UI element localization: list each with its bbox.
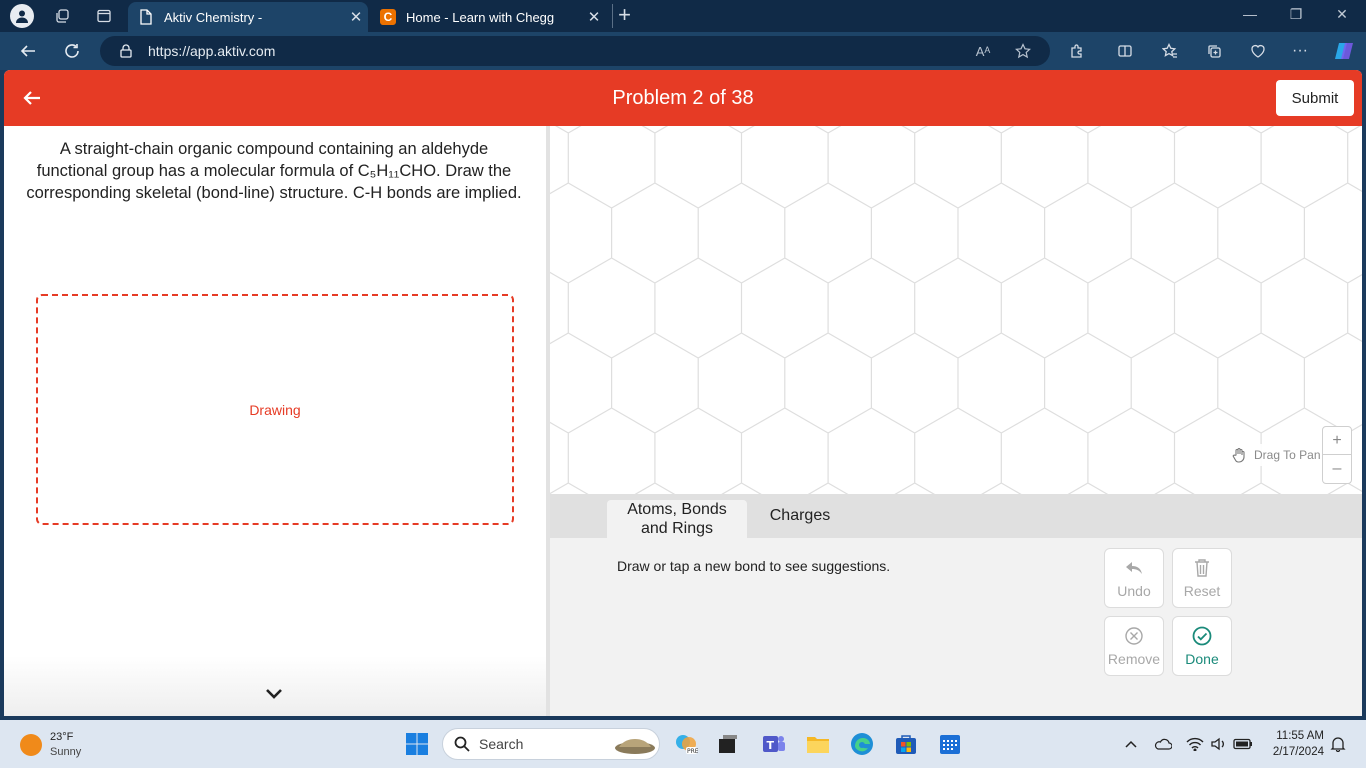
close-window-icon[interactable]: ✕ [1332, 6, 1352, 23]
tool-area: Draw or tap a new bond to see suggestion… [550, 538, 1362, 716]
sun-icon [20, 734, 42, 756]
search-placeholder: Search [479, 736, 524, 752]
workspaces-icon[interactable] [50, 4, 74, 28]
weather-temp: 23°F [50, 731, 74, 743]
close-tab-icon[interactable]: ✕ [582, 8, 606, 26]
undo-button[interactable]: Undo [1104, 548, 1164, 608]
question-panel: A straight-chain organic compound contai… [4, 126, 546, 716]
page-icon [138, 9, 154, 25]
taskbar-search-input[interactable]: Search [442, 728, 660, 760]
drag-to-pan-hint: Drag To Pan [1226, 444, 1325, 466]
search-highlight-icon [613, 735, 657, 760]
tab-label: Atoms, Bonds [627, 501, 727, 518]
done-button[interactable]: Done [1172, 616, 1232, 676]
tool-tabs-bar: Atoms, Bonds and Rings Charges [550, 494, 1362, 538]
url-field[interactable]: https://app.aktiv.com Aᴬ [100, 36, 1050, 66]
hexagon-grid [550, 126, 1362, 494]
file-explorer-icon[interactable] [806, 732, 830, 756]
hand-icon [1230, 446, 1248, 464]
tab-actions-icon[interactable] [92, 4, 116, 28]
refresh-icon[interactable] [60, 39, 84, 63]
undo-icon [1123, 557, 1145, 579]
hexagon-grid-lines [550, 126, 1362, 494]
microsoft-store-icon[interactable] [894, 732, 918, 756]
aktiv-app: Problem 2 of 38 Submit A straight-chain … [4, 70, 1362, 716]
remove-icon [1123, 625, 1145, 647]
remove-label: Remove [1107, 651, 1161, 667]
edge-icon[interactable] [850, 732, 874, 756]
battery-icon[interactable] [1233, 734, 1253, 754]
read-aloud-icon[interactable]: Aᴬ [974, 42, 992, 60]
clock-date: 2/17/2024 [1272, 746, 1324, 758]
address-bar-row: https://app.aktiv.com Aᴬ ··· [0, 32, 1366, 70]
question-text: A straight-chain organic compound contai… [26, 140, 522, 202]
undo-label: Undo [1117, 583, 1151, 599]
taskbar: 23°F Sunny Search PRE T 11:55 AM 2/17/20… [0, 720, 1366, 768]
tab-aktiv-chemistry[interactable]: Aktiv Chemistry - ✕ [128, 2, 368, 32]
tab-chegg[interactable]: C Home - Learn with Chegg ✕ [370, 2, 606, 32]
drawing-answer-box[interactable]: Drawing [36, 294, 514, 525]
remove-button[interactable]: Remove [1104, 616, 1164, 676]
weather-widget[interactable]: 23°F Sunny [20, 730, 81, 760]
split-screen-icon[interactable] [1115, 41, 1135, 61]
teams-icon[interactable]: T [762, 732, 786, 756]
copilot-taskbar-icon[interactable]: PRE [674, 732, 698, 756]
taskbar-clock[interactable]: 11:55 AM 2/17/2024 [1262, 728, 1324, 760]
tab-atoms-bonds-rings[interactable]: Atoms, Bonds and Rings [607, 500, 747, 538]
svg-text:PRE: PRE [687, 748, 698, 755]
clock-time: 11:55 AM [1276, 730, 1324, 742]
tab-title: Home - Learn with Chegg [406, 9, 555, 25]
favorite-star-icon[interactable] [1014, 42, 1032, 60]
collections-icon[interactable] [1204, 41, 1224, 61]
back-icon[interactable] [16, 39, 40, 63]
restore-icon[interactable]: ❐ [1286, 6, 1306, 23]
windows-start-icon[interactable] [405, 732, 429, 756]
zoom-in-button[interactable]: + [1323, 427, 1351, 455]
more-options-icon[interactable]: ··· [1290, 41, 1310, 61]
tab-title: Aktiv Chemistry - [164, 9, 263, 25]
favorites-icon[interactable] [1160, 41, 1180, 61]
reset-label: Reset [1183, 583, 1221, 599]
calendar-app-icon[interactable] [938, 732, 962, 756]
profile-icon[interactable] [10, 4, 34, 28]
close-tab-icon[interactable]: ✕ [344, 8, 368, 26]
browser-tab-strip: Aktiv Chemistry - ✕ C Home - Learn with … [0, 0, 1366, 32]
drawing-label: Drawing [249, 401, 301, 418]
lock-icon[interactable] [118, 43, 134, 59]
zoom-control: + – [1322, 426, 1352, 484]
url-text: https://app.aktiv.com [148, 43, 276, 59]
onedrive-icon[interactable] [1153, 734, 1173, 754]
tab-charges[interactable]: Charges [760, 500, 840, 538]
browser-essentials-icon[interactable] [1248, 41, 1268, 61]
tab-label: and Rings [640, 520, 714, 537]
chegg-logo-icon: C [380, 9, 396, 25]
new-tab-icon[interactable]: + [612, 4, 636, 28]
volume-icon[interactable] [1209, 734, 1229, 754]
svg-text:T: T [767, 739, 775, 752]
zoom-out-button[interactable]: – [1323, 455, 1351, 483]
reset-button[interactable]: Reset [1172, 548, 1232, 608]
drag-to-pan-label: Drag To Pan [1254, 448, 1321, 462]
drawing-canvas[interactable]: Drag To Pan + – [550, 126, 1362, 494]
suggestion-hint: Draw or tap a new bond to see suggestion… [617, 558, 891, 574]
chevron-up-icon[interactable] [1121, 734, 1141, 754]
wifi-icon[interactable] [1185, 734, 1205, 754]
minimize-icon[interactable]: — [1240, 6, 1260, 22]
done-label: Done [1185, 651, 1219, 667]
trash-icon [1191, 557, 1213, 579]
submit-button[interactable]: Submit [1276, 80, 1354, 116]
check-circle-icon [1191, 625, 1213, 647]
copilot-icon[interactable] [1332, 39, 1356, 63]
chevron-down-icon[interactable] [262, 684, 286, 704]
search-icon [453, 735, 471, 753]
app-header: Problem 2 of 38 Submit [4, 70, 1362, 126]
page-title: Problem 2 of 38 [612, 87, 754, 109]
extensions-icon[interactable] [1067, 41, 1087, 61]
notifications-bell-icon[interactable] [1328, 734, 1348, 754]
weather-condition: Sunny [50, 746, 82, 758]
task-view-icon[interactable] [716, 732, 740, 756]
